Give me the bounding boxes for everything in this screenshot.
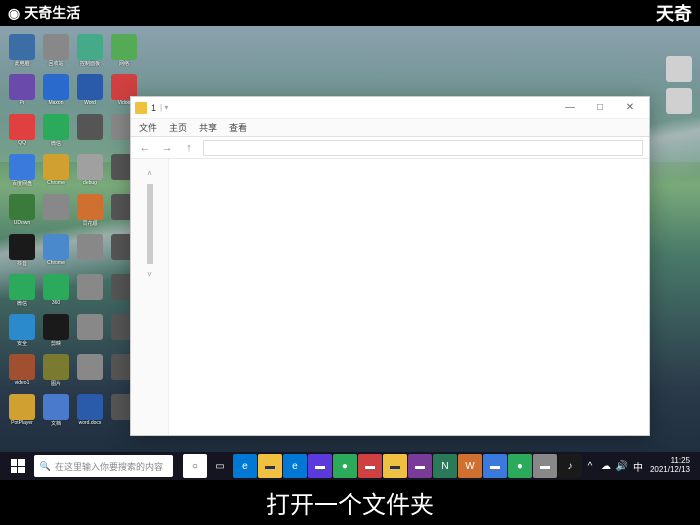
minimize-button[interactable]: —	[555, 98, 585, 118]
taskbar-app-icon[interactable]: ▬	[483, 454, 507, 478]
tray-icon[interactable]: 🔊	[616, 460, 628, 472]
taskbar-app-icon[interactable]: ▬	[258, 454, 282, 478]
windows-logo-icon	[11, 459, 25, 473]
desktop-icon[interactable]: 360	[42, 274, 70, 310]
desktop-icon[interactable]: 控制面板	[76, 34, 104, 70]
forward-button[interactable]: →	[159, 140, 175, 156]
desktop-icon[interactable]: video1	[8, 354, 36, 390]
desktop-icon[interactable]: Chrome	[42, 154, 70, 190]
ribbon-tab[interactable]: 查看	[229, 121, 247, 134]
desktop-icon[interactable]: Chrome	[42, 234, 70, 270]
explorer-toolbar: ← → ↑	[131, 137, 649, 159]
taskbar-app-icon[interactable]: N	[433, 454, 457, 478]
search-icon: 🔍	[40, 461, 51, 472]
taskbar-app-icon[interactable]: ▭	[208, 454, 232, 478]
logo-icon: ◉	[8, 5, 20, 22]
explorer-title: 1	[151, 103, 156, 113]
desktop-icon[interactable]: 剪映	[42, 314, 70, 350]
navigation-pane[interactable]: ˄ ˅	[131, 159, 169, 435]
desktop-icon[interactable]: 安全	[8, 314, 36, 350]
clock-date: 2021/12/13	[650, 466, 690, 475]
desktop-icon[interactable]	[76, 314, 104, 350]
watermark-right: 天奇	[656, 0, 692, 26]
nav-scrollbar[interactable]	[147, 184, 153, 264]
search-input[interactable]: 🔍 在这里输入你要搜索的内容	[34, 455, 173, 477]
desktop-icon[interactable]: Pr	[8, 74, 36, 110]
taskbar: 🔍 在这里输入你要搜索的内容 ○▭e▬e▬●▬▬▬NW▬●▬♪ ^☁🔊中 11:…	[0, 452, 700, 480]
taskbar-app-icon[interactable]: e	[233, 454, 257, 478]
desktop-icon[interactable]: word.docx	[76, 394, 104, 430]
desktop-icon[interactable]: 同花顺	[76, 194, 104, 230]
title-separator: | ▾	[160, 103, 168, 112]
explorer-titlebar[interactable]: 1 | ▾ — □ ✕	[131, 97, 649, 119]
desktop[interactable]: 此电脑回收站控制面板网络PrMaxonWordVidoeQQ微信百度网盘Chro…	[0, 26, 700, 480]
taskbar-app-icon[interactable]: ▬	[533, 454, 557, 478]
taskbar-app-icon[interactable]: ▬	[358, 454, 382, 478]
explorer-ribbon: 文件 主页 共享 查看	[131, 119, 649, 137]
desktop-icon[interactable]: 百度网盘	[8, 154, 36, 190]
clock[interactable]: 11:25 2021/12/13	[650, 457, 690, 475]
system-tray: ^ ☁ 🔊 中 11:25 2021/12/13	[584, 457, 696, 475]
desktop-icons-right	[666, 56, 692, 114]
back-button[interactable]: ←	[137, 140, 153, 156]
desktop-icon[interactable]	[666, 56, 692, 82]
desktop-icon[interactable]: UDown	[8, 194, 36, 230]
ribbon-tab[interactable]: 主页	[169, 121, 187, 134]
taskbar-app-icon[interactable]: W	[458, 454, 482, 478]
desktop-icon[interactable]	[76, 274, 104, 310]
desktop-icon[interactable]: 文档	[42, 394, 70, 430]
search-placeholder: 在这里输入你要搜索的内容	[55, 460, 163, 473]
taskbar-app-icon[interactable]: ●	[333, 454, 357, 478]
desktop-icon[interactable]: 抖音	[8, 234, 36, 270]
file-explorer-window[interactable]: 1 | ▾ — □ ✕ 文件 主页 共享 查看 ← → ↑	[130, 96, 650, 436]
desktop-icon[interactable]: 图片	[42, 354, 70, 390]
taskbar-app-icon[interactable]: ●	[508, 454, 532, 478]
folder-icon	[135, 102, 147, 114]
desktop-icon[interactable]	[76, 354, 104, 390]
tray-icon[interactable]: ☁	[600, 460, 612, 472]
desktop-icon[interactable]	[666, 88, 692, 114]
maximize-button[interactable]: □	[585, 98, 615, 118]
chevron-down-icon[interactable]: ˅	[147, 270, 152, 279]
watermark-left: ◉ 天奇生活	[8, 3, 80, 23]
taskbar-app-icon[interactable]: ♪	[558, 454, 582, 478]
desktop-icon[interactable]: 此电脑	[8, 34, 36, 70]
desktop-icon[interactable]: 微信	[8, 274, 36, 310]
desktop-icon[interactable]: Maxon	[42, 74, 70, 110]
ribbon-tab[interactable]: 共享	[199, 121, 217, 134]
watermark-left-text: 天奇生活	[24, 3, 80, 23]
desktop-icon[interactable]: Word	[76, 74, 104, 110]
desktop-icon[interactable]: PotPlayer	[8, 394, 36, 430]
desktop-icon[interactable]: 网络	[110, 34, 138, 70]
desktop-icon[interactable]: QQ	[8, 114, 36, 150]
chevron-up-icon[interactable]: ˄	[147, 169, 152, 178]
ribbon-tab[interactable]: 文件	[139, 121, 157, 134]
taskbar-app-icon[interactable]: ▬	[408, 454, 432, 478]
up-button[interactable]: ↑	[181, 140, 197, 156]
desktop-icon[interactable]	[76, 114, 104, 150]
desktop-icon[interactable]: debug	[76, 154, 104, 190]
taskbar-app-icon[interactable]: ○	[183, 454, 207, 478]
content-pane[interactable]	[169, 159, 649, 435]
tray-icon[interactable]: ^	[584, 460, 596, 472]
address-bar[interactable]	[203, 140, 643, 156]
taskbar-app-icon[interactable]: ▬	[308, 454, 332, 478]
desktop-icons-grid: 此电脑回收站控制面板网络PrMaxonWordVidoeQQ微信百度网盘Chro…	[8, 34, 138, 430]
desktop-icon[interactable]: 微信	[42, 114, 70, 150]
desktop-icon[interactable]	[76, 234, 104, 270]
tray-icon[interactable]: 中	[632, 460, 644, 472]
desktop-icon[interactable]	[42, 194, 70, 230]
taskbar-app-icon[interactable]: e	[283, 454, 307, 478]
video-caption: 打开一个文件夹	[266, 485, 434, 520]
close-button[interactable]: ✕	[615, 98, 645, 118]
taskbar-apps: ○▭e▬e▬●▬▬▬NW▬●▬♪	[183, 454, 582, 478]
taskbar-app-icon[interactable]: ▬	[383, 454, 407, 478]
start-button[interactable]	[4, 454, 32, 478]
desktop-icon[interactable]: 回收站	[42, 34, 70, 70]
